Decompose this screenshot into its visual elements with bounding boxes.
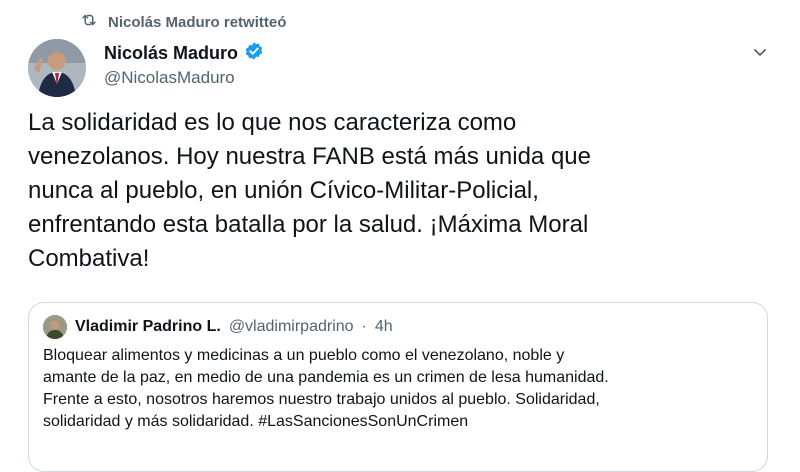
author-name[interactable]: Nicolás Maduro xyxy=(104,41,264,66)
more-options-button[interactable] xyxy=(748,40,772,64)
quoted-tweet-header: Vladimir Padrino L. @vladimirpadrino · 4… xyxy=(43,315,393,339)
retweet-label: Nicolás Maduro retwitteó xyxy=(108,13,287,31)
chevron-down-icon xyxy=(754,49,766,56)
quoted-timestamp[interactable]: 4h xyxy=(375,318,393,336)
quoted-tweet[interactable]: Vladimir Padrino L. @vladimirpadrino · 4… xyxy=(28,302,768,472)
author-avatar[interactable] xyxy=(28,39,86,97)
author-handle[interactable]: @NicolasMaduro xyxy=(104,68,235,88)
retweet-icon xyxy=(80,11,98,33)
tweet-text: La solidaridad es lo que nos caracteriza… xyxy=(28,109,591,272)
quoted-author-avatar[interactable] xyxy=(43,315,67,339)
author-name-text: Nicolás Maduro xyxy=(104,43,239,63)
verified-badge-icon xyxy=(244,41,264,66)
quoted-author-name[interactable]: Vladimir Padrino L. xyxy=(75,318,221,336)
retweet-context[interactable]: Nicolás Maduro retwitteó xyxy=(80,11,286,33)
quoted-separator: · xyxy=(361,318,367,335)
quoted-tweet-text: Bloquear alimentos y medicinas a un pueb… xyxy=(43,347,609,430)
quoted-author-handle[interactable]: @vladimirpadrino xyxy=(229,318,354,336)
